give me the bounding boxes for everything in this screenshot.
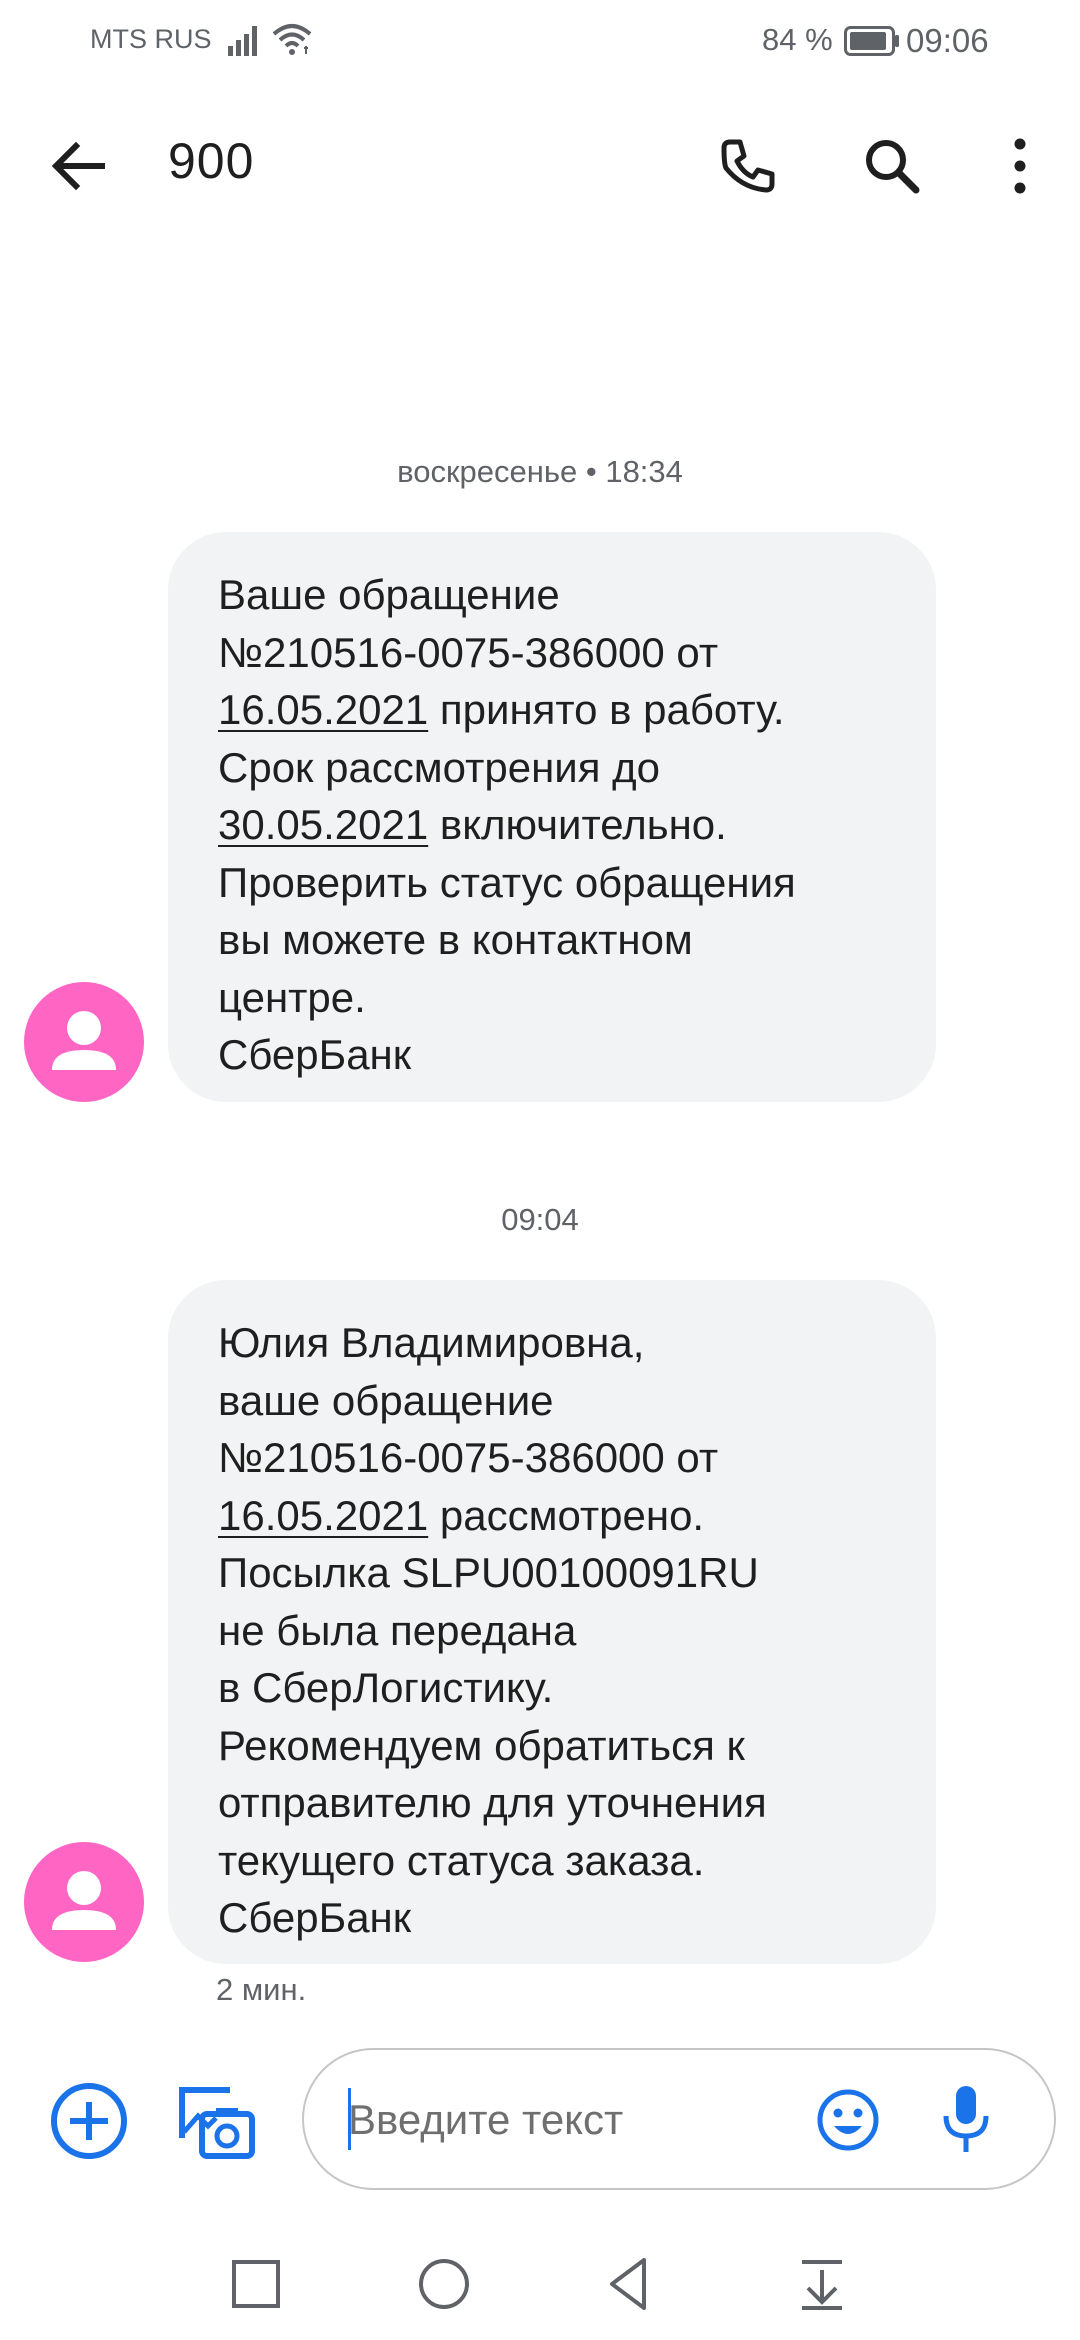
message-text-line: отправителю для уточнения [218, 1779, 767, 1826]
message-text-line: текущего статуса заказа. [218, 1836, 705, 1884]
wifi-icon [272, 24, 312, 55]
message-bubble[interactable]: Юлия Владимировна, ваше обращение №21051… [168, 1280, 936, 1964]
message-text-line: СберБанк [218, 1031, 412, 1078]
message-text-fragment: включительно. [428, 801, 727, 848]
message-text-line: центре. [218, 973, 366, 1021]
message-text-line: не была передана [218, 1606, 577, 1654]
message-text-line: Срок рассмотрения до [218, 743, 661, 791]
notification-pull-icon[interactable] [790, 2252, 854, 2316]
microphone-icon[interactable] [936, 2080, 996, 2160]
messages-screen: MTS RUS 84 % 09:06 900 воскресенье • 18:… [0, 0, 1080, 2340]
message-text-line: Ваше обращение [218, 571, 560, 618]
phone-icon[interactable] [712, 130, 784, 202]
avatar[interactable] [24, 982, 144, 1102]
add-attachment-icon[interactable] [48, 2080, 130, 2162]
gallery-camera-icon[interactable] [172, 2080, 258, 2162]
message-input-container [302, 2048, 1056, 2190]
date-link[interactable]: 16.05.2021 [218, 686, 428, 733]
date-link[interactable]: 30.05.2021 [218, 801, 428, 848]
message-timestamp: воскресенье • 18:34 [397, 454, 683, 489]
message-text-line: в СберЛогистику. [218, 1664, 554, 1711]
avatar[interactable] [24, 1842, 144, 1962]
message-time-ago: 2 мин. [216, 1972, 307, 2007]
message-text-line: Посылка SLPU00100091RU [218, 1549, 759, 1596]
message-text-line: вы можете в контактном [218, 916, 693, 963]
carrier-label: MTS RUS [90, 24, 212, 54]
emoji-icon[interactable] [812, 2084, 884, 2156]
message-text-line: Юлия Владимировна, [218, 1319, 645, 1366]
more-vert-icon[interactable] [984, 130, 1056, 202]
battery-icon [844, 26, 899, 56]
status-bar: MTS RUS 84 % 09:06 [0, 0, 1080, 84]
person-icon [52, 1011, 116, 1070]
back-nav-icon[interactable] [598, 2252, 662, 2316]
recent-apps-icon[interactable] [224, 2252, 288, 2316]
conversation-header: 900 [0, 100, 1080, 230]
message-text-fragment: рассмотрено. [428, 1491, 705, 1539]
battery-percent: 84 % [762, 22, 833, 57]
message-text-line: Проверить статус обращения [218, 858, 796, 906]
system-navigation-bar [0, 2230, 1080, 2340]
arrow-back-icon[interactable] [40, 130, 124, 202]
text-cursor [348, 2088, 351, 2150]
date-link[interactable]: 16.05.2021 [218, 1492, 428, 1539]
message-text-line: №210516-0075-386000 от [218, 1434, 719, 1481]
search-icon[interactable] [856, 130, 928, 202]
message-composer [0, 2040, 1080, 2210]
message-timestamp: 09:04 [501, 1202, 579, 1237]
message-text-line: №210516-0075-386000 от [218, 628, 719, 676]
message-bubble[interactable]: Ваше обращение №210516-0075-386000 от 16… [168, 532, 936, 1102]
conversation-title: 900 [168, 133, 255, 189]
message-text-line: 30.05.2021 включительно. [218, 796, 892, 854]
message-text-line: 16.05.2021 рассмотрено. [218, 1487, 892, 1545]
message-text-fragment: принято в работу. [428, 686, 785, 733]
message-text-line: СберБанк [218, 1894, 412, 1941]
signal-icon [228, 26, 257, 56]
message-text-line: ваше обращение [218, 1376, 554, 1424]
message-text-line: 16.05.2021 принято в работу. [218, 681, 892, 739]
message-input[interactable] [348, 2090, 768, 2150]
person-icon [52, 1871, 116, 1930]
message-text-line: Рекомендуем обратиться к [218, 1721, 745, 1769]
clock: 09:06 [906, 22, 989, 59]
home-icon[interactable] [412, 2252, 476, 2316]
